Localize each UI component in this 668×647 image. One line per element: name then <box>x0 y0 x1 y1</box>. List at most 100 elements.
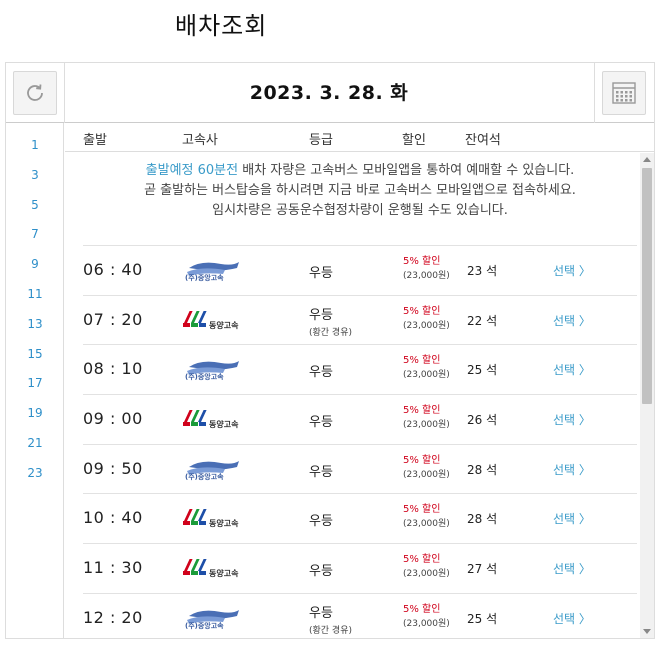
notice-line1: 배차 자량은 고속버스 모바일앱을 통하여 예매할 수 있습니다. <box>238 163 575 178</box>
calendar-button[interactable] <box>602 71 646 115</box>
table-row: 10 : 40 동양고속 우등 5% 할인 (23,000원) 28 석 선택 〉 <box>83 493 637 543</box>
select-button[interactable]: 선택 〉 <box>553 312 591 329</box>
scrollbar[interactable] <box>640 153 654 638</box>
hour-link[interactable]: 23 <box>6 459 64 489</box>
select-button[interactable]: 선택 〉 <box>553 560 591 577</box>
discount: 5% 할인 (23,000원) <box>403 404 450 432</box>
table-row: 09 : 50 (주)중앙고속 우등 5% 할인 (23,000원) 28 석 선택 〉 <box>83 443 637 494</box>
remaining-seats: 28 석 <box>467 462 498 477</box>
grade: 우등 <box>309 411 333 430</box>
table-row: 11 : 30 동양고속 우등 5% 할인 (23,000원) 27 석 선택 〉 <box>83 543 637 593</box>
grade: 우등 <box>309 262 333 281</box>
scroll-up-arrow-icon[interactable] <box>643 157 651 162</box>
hour-index: 1 3 5 7 9 11 13 15 17 19 21 23 <box>6 123 64 638</box>
company-logo: (주)중앙고속 <box>181 258 251 282</box>
column-header: 출발 고속사 등급 할인 잔여석 <box>65 123 654 152</box>
departure-time: 09 : 50 <box>83 458 143 478</box>
svg-text:(주)중앙고속: (주)중앙고속 <box>185 621 224 630</box>
discount-rate: 5% 할인 <box>403 405 441 417</box>
grade: 우등 <box>309 560 333 579</box>
remaining-seats: 25 석 <box>467 611 498 626</box>
fare: (23,000원) <box>403 618 450 629</box>
grade: 우등 (황간 경유) <box>309 602 352 636</box>
company-logo: (주)중앙고속 <box>181 357 251 381</box>
refresh-button[interactable] <box>13 71 57 115</box>
discount-rate: 5% 할인 <box>403 305 441 317</box>
column-departure: 출발 <box>83 133 107 148</box>
refresh-icon <box>27 84 43 101</box>
discount: 5% 할인 (23,000원) <box>403 305 450 333</box>
remaining-seats: 26 석 <box>467 413 498 428</box>
grade-label: 우등 <box>309 307 333 323</box>
hour-link[interactable]: 7 <box>6 220 64 250</box>
hour-link[interactable]: 13 <box>6 310 64 340</box>
grade: 우등 <box>309 510 333 529</box>
notice-line2: 곧 출발하는 버스탑승을 하시려면 지금 바로 고속버스 모바일앱으로 접속하세… <box>144 183 576 198</box>
hour-link[interactable]: 17 <box>6 369 64 399</box>
discount: 5% 할인 (23,000원) <box>403 454 450 482</box>
grade-label: 우등 <box>309 415 333 431</box>
fare: (23,000원) <box>403 320 450 331</box>
departure-time: 09 : 00 <box>83 409 143 429</box>
table-row: 08 : 10 (주)중앙고속 우등 5% 할인 (23,000원) 25 석 선택 〉 <box>83 344 637 394</box>
hour-link[interactable]: 1 <box>6 131 64 161</box>
fare: (23,000원) <box>403 370 450 381</box>
notice-text: 출발예정 60분전 배차 자량은 고속버스 모바일앱을 통하여 예매할 수 있습… <box>83 161 637 221</box>
schedule-content: 출발 고속사 등급 할인 잔여석 출발예정 60분전 배차 자량은 고속버스 모… <box>65 123 654 638</box>
discount-rate: 5% 할인 <box>403 355 441 367</box>
select-button[interactable]: 선택 〉 <box>553 262 591 279</box>
toolbar-divider-right <box>594 63 595 123</box>
fare: (23,000원) <box>403 271 450 281</box>
scrollbar-thumb[interactable] <box>642 168 652 404</box>
company-logo: 동양고속 <box>181 308 251 332</box>
fare: (23,000원) <box>403 569 450 580</box>
svg-text:동양고속: 동양고속 <box>209 518 239 528</box>
company-logo: 동양고속 <box>181 556 251 580</box>
grade-label: 우등 <box>309 514 333 530</box>
select-button[interactable]: 선택 〉 <box>553 461 591 478</box>
hour-link[interactable]: 11 <box>6 280 64 310</box>
hour-link[interactable]: 21 <box>6 429 64 459</box>
svg-text:(주)중앙고속: (주)중앙고속 <box>185 472 224 481</box>
column-seats: 잔여석 <box>465 133 501 148</box>
select-button[interactable]: 선택 〉 <box>553 610 591 627</box>
remaining-seats: 22 석 <box>467 313 498 328</box>
column-grade: 등급 <box>309 133 333 148</box>
select-button[interactable]: 선택 〉 <box>553 361 591 378</box>
table-row: 06 : 40 (주)중앙고속 우등 5% 할인 (23,000원) 23 석 선택 〉 <box>83 245 637 295</box>
hour-link[interactable]: 3 <box>6 161 64 191</box>
departure-time: 11 : 30 <box>83 558 143 578</box>
discount: 5% 할인 (23,000원) <box>403 503 450 531</box>
select-button[interactable]: 선택 〉 <box>553 510 591 527</box>
timetable-panel: 2023. 3. 28. 화 1 3 5 7 9 11 13 15 17 19 21 23 출발 고속… <box>5 62 655 639</box>
remaining-seats: 28 석 <box>467 512 498 527</box>
scroll-down-arrow-icon[interactable] <box>643 629 651 634</box>
departure-time: 07 : 20 <box>83 309 143 329</box>
discount-rate: 5% 할인 <box>403 256 441 267</box>
column-discount: 할인 <box>402 133 426 148</box>
hour-link[interactable]: 15 <box>6 340 64 370</box>
remaining-seats: 25 석 <box>467 363 498 378</box>
discount: 5% 할인 (23,000원) <box>403 255 450 283</box>
fare: (23,000원) <box>403 420 450 431</box>
hour-link[interactable]: 9 <box>6 250 64 280</box>
company-logo: 동양고속 <box>181 506 251 530</box>
company-logo: 동양고속 <box>181 407 251 431</box>
remaining-seats: 23 석 <box>467 264 498 278</box>
remaining-seats: 27 석 <box>467 562 498 577</box>
departure-time: 10 : 40 <box>83 508 143 528</box>
calendar-icon <box>612 82 636 104</box>
grade-route: (황간 경유) <box>309 327 353 338</box>
grade: 우등 <box>309 461 333 480</box>
grade: 우등 (황간 경유) <box>309 304 352 338</box>
select-button[interactable]: 선택 〉 <box>553 411 591 428</box>
column-company: 고속사 <box>182 133 218 148</box>
hour-link[interactable]: 5 <box>6 191 64 221</box>
departure-time: 08 : 10 <box>83 359 143 379</box>
table-row: 07 : 20 동양고속 우등 (황간 경유) 5% 할인 (23,000원) 22 석 선택… <box>83 294 637 345</box>
hour-link[interactable]: 19 <box>6 399 64 429</box>
discount: 5% 할인 (23,000원) <box>403 553 450 581</box>
svg-text:(주)중앙고속: (주)중앙고속 <box>185 372 224 381</box>
company-logo: (주)중앙고속 <box>181 457 251 481</box>
svg-text:동양고속: 동양고속 <box>209 320 239 330</box>
